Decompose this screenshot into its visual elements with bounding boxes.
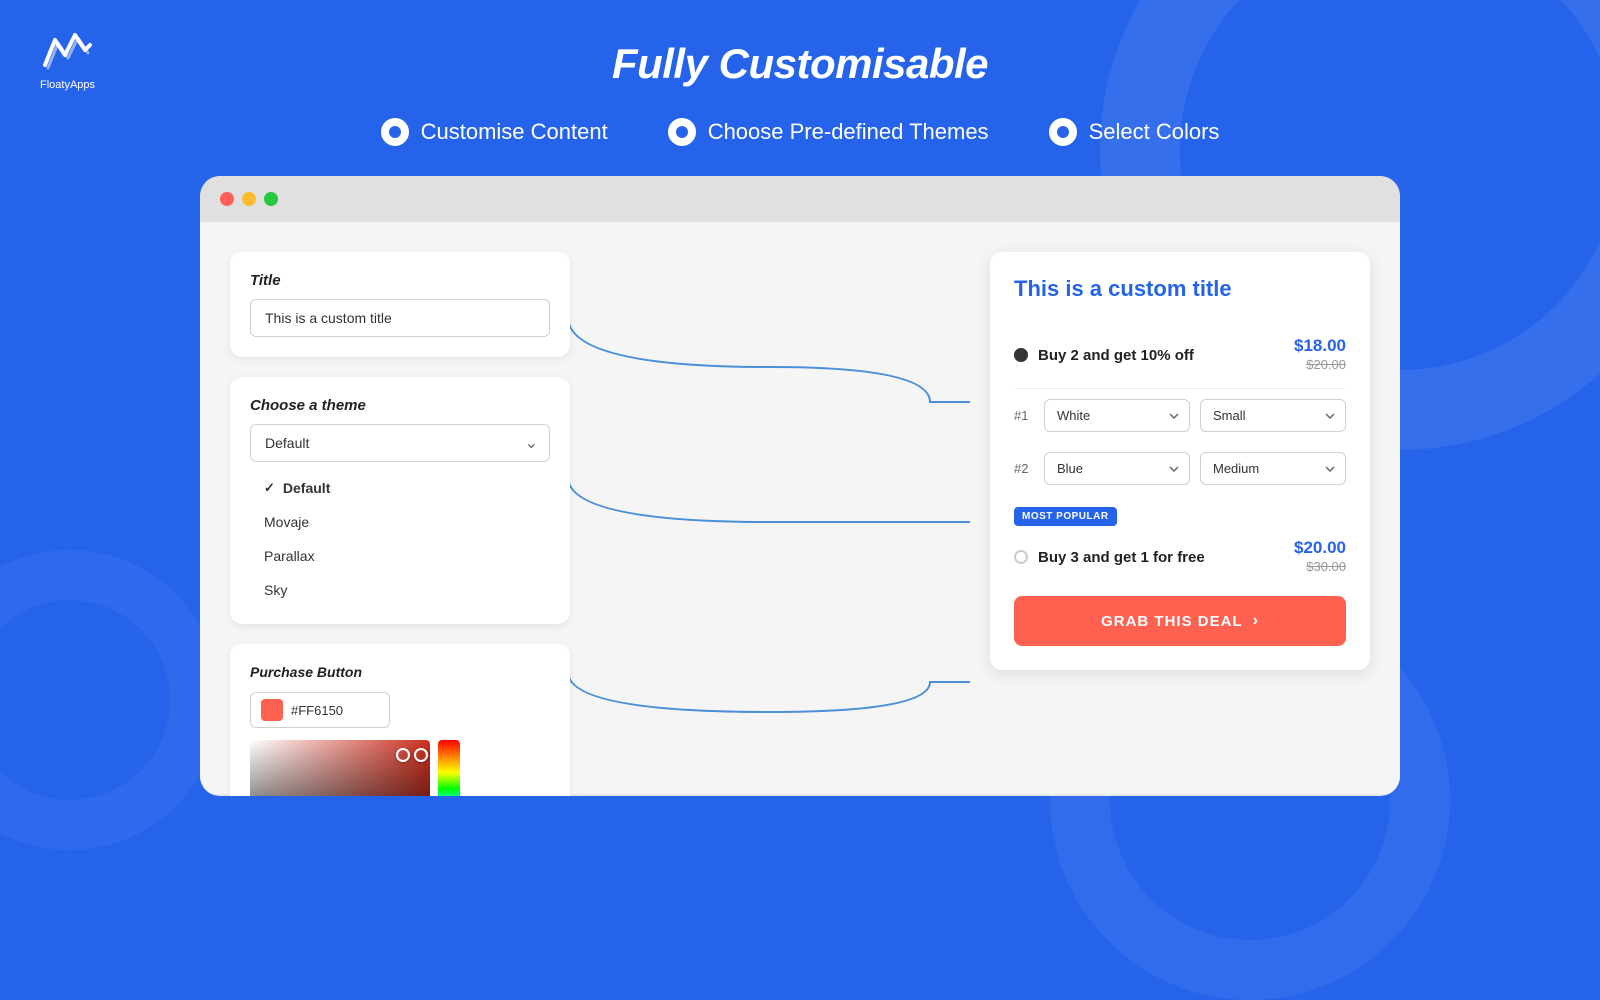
check-icon: ✓ (264, 480, 275, 496)
color-input-row[interactable]: #FF6150 (250, 692, 390, 728)
color-picker-area[interactable] (250, 740, 550, 796)
title-card: Title (230, 252, 570, 357)
deal-2-price-original: $30.00 (1306, 559, 1346, 574)
tab-label-3: Select Colors (1089, 119, 1220, 145)
color-field-label: Purchase Button (250, 664, 550, 680)
deal-1-price: $18.00 $20.00 (1294, 336, 1346, 374)
theme-option-sky-item[interactable]: Sky (250, 576, 550, 604)
window-chrome (200, 176, 1400, 222)
tab-themes[interactable]: Choose Pre-defined Themes (668, 118, 989, 146)
page-title: Fully Customisable (0, 40, 1600, 88)
grab-btn-arrow-icon: › (1253, 612, 1259, 630)
deal-2-price: $20.00 $30.00 (1294, 538, 1346, 576)
most-popular-badge: MOST POPULAR (1014, 507, 1117, 526)
browser-window: Title Choose a theme Default Movaje Para… (200, 176, 1400, 796)
left-panel: Title Choose a theme Default Movaje Para… (230, 252, 570, 764)
theme-card: Choose a theme Default Movaje Parallax S… (230, 377, 570, 624)
grab-this-deal-button[interactable]: GRAB THIS DEAL › (1014, 596, 1346, 646)
picker-handle-1[interactable] (414, 748, 428, 762)
color-picker-card: Purchase Button #FF6150 (230, 644, 570, 796)
deal-radio-2[interactable] (1014, 550, 1028, 564)
tab-dot-1 (381, 118, 409, 146)
theme-select-wrapper: Default Movaje Parallax Sky ⌄ (250, 424, 550, 462)
deal-1-price-original: $20.00 (1306, 357, 1346, 372)
bg-decoration-3 (0, 550, 220, 850)
theme-field-label: Choose a theme (250, 397, 550, 414)
color-swatch (261, 699, 283, 721)
variant-1-num: #1 (1014, 408, 1034, 423)
theme-parallax-label: Parallax (264, 548, 315, 564)
title-input[interactable] (250, 299, 550, 337)
window-close-dot[interactable] (220, 192, 234, 206)
deal-1-text: Buy 2 and get 10% off (1038, 347, 1294, 364)
variant-2-size-select[interactable]: Medium Small Large (1200, 452, 1346, 485)
variant-2-num: #2 (1014, 461, 1034, 476)
deal-row-1[interactable]: Buy 2 and get 10% off $18.00 $20.00 (1014, 322, 1346, 389)
deal-radio-1[interactable] (1014, 348, 1028, 362)
deal-2-text: Buy 3 and get 1 for free (1038, 549, 1294, 566)
theme-option-movaje-item[interactable]: Movaje (250, 508, 550, 536)
theme-options-list: ✓ Default Movaje Parallax Sky (250, 474, 550, 604)
feature-tabs: Customise Content Choose Pre-defined The… (0, 118, 1600, 146)
tab-customise-content[interactable]: Customise Content (381, 118, 608, 146)
preview-panel: This is a custom title Buy 2 and get 10%… (990, 252, 1370, 670)
picker-handle-2[interactable] (396, 748, 410, 762)
theme-select[interactable]: Default Movaje Parallax Sky (250, 424, 550, 462)
tab-label-2: Choose Pre-defined Themes (708, 119, 989, 145)
page-header: Fully Customisable Customise Content Cho… (0, 0, 1600, 146)
preview-title: This is a custom title (1014, 276, 1346, 302)
theme-option-default-item[interactable]: ✓ Default (250, 474, 550, 502)
tab-dot-3 (1049, 118, 1077, 146)
grab-btn-label: GRAB THIS DEAL (1101, 613, 1243, 630)
variant-row-1: #1 White Blue Red Small Medium Large (1014, 389, 1346, 442)
deal-1-price-current: $18.00 (1294, 336, 1346, 356)
variant-row-2: #2 Blue White Red Medium Small Large (1014, 442, 1346, 495)
deal-row-2[interactable]: Buy 3 and get 1 for free $20.00 $30.00 (1014, 526, 1346, 588)
window-maximize-dot[interactable] (264, 192, 278, 206)
variant-1-color-select[interactable]: White Blue Red (1044, 399, 1190, 432)
window-minimize-dot[interactable] (242, 192, 256, 206)
tab-colors[interactable]: Select Colors (1049, 118, 1220, 146)
tab-dot-2 (668, 118, 696, 146)
theme-movaje-label: Movaje (264, 514, 309, 530)
title-field-label: Title (250, 272, 550, 289)
tab-label-1: Customise Content (421, 119, 608, 145)
hue-slider[interactable] (438, 740, 460, 796)
variant-2-color-select[interactable]: Blue White Red (1044, 452, 1190, 485)
theme-sky-label: Sky (264, 582, 287, 598)
deal-2-price-current: $20.00 (1294, 538, 1346, 558)
window-content: Title Choose a theme Default Movaje Para… (200, 222, 1400, 794)
theme-default-label: Default (283, 480, 330, 496)
variant-1-size-select[interactable]: Small Medium Large (1200, 399, 1346, 432)
badge-row: MOST POPULAR (1014, 507, 1346, 526)
theme-option-parallax-item[interactable]: Parallax (250, 542, 550, 570)
color-hex-value: #FF6150 (291, 703, 343, 718)
color-gradient-picker[interactable] (250, 740, 430, 796)
